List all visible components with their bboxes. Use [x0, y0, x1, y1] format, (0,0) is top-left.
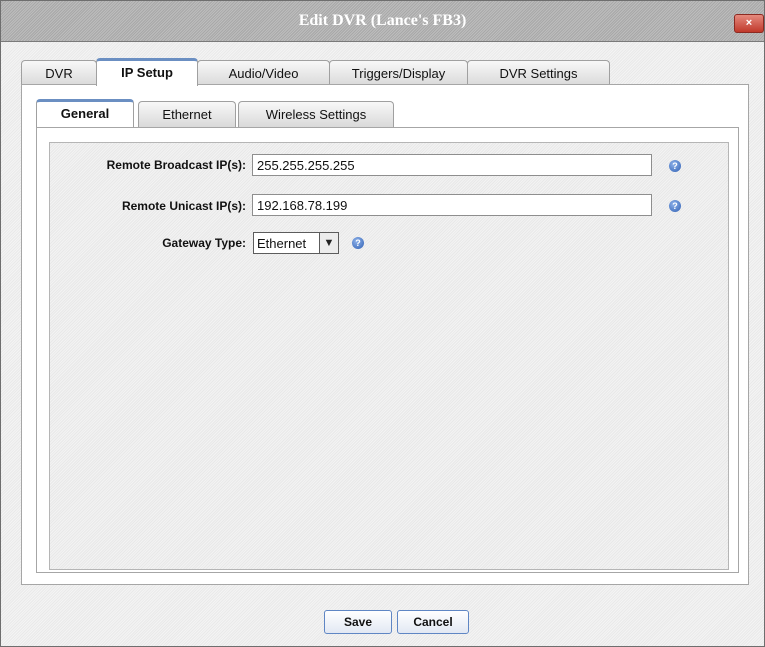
- tab-dvr-settings[interactable]: DVR Settings: [467, 60, 610, 86]
- subtab-ethernet[interactable]: Ethernet: [138, 101, 236, 127]
- dialog-title: Edit DVR (Lance's FB3): [298, 12, 467, 29]
- save-button[interactable]: Save: [324, 610, 392, 634]
- tab-ip-setup[interactable]: IP Setup: [96, 58, 198, 86]
- title-bar[interactable]: Edit DVR (Lance's FB3) ×: [1, 1, 764, 42]
- gateway-help-icon[interactable]: ?: [352, 237, 364, 249]
- close-icon[interactable]: ×: [734, 14, 764, 33]
- gateway-type-select[interactable]: Ethernet ▼: [253, 232, 339, 254]
- gateway-label: Gateway Type:: [162, 236, 246, 250]
- subtab-wireless-settings[interactable]: Wireless Settings: [238, 101, 394, 127]
- tab-dvr[interactable]: DVR: [21, 60, 97, 86]
- tab-triggers-display[interactable]: Triggers/Display: [329, 60, 468, 86]
- unicast-ip-input[interactable]: 192.168.78.199: [252, 194, 652, 216]
- unicast-help-icon[interactable]: ?: [669, 200, 681, 212]
- broadcast-help-icon[interactable]: ?: [669, 160, 681, 172]
- gateway-type-value: Ethernet: [257, 236, 307, 251]
- broadcast-label: Remote Broadcast IP(s):: [106, 158, 246, 172]
- unicast-label: Remote Unicast IP(s):: [121, 199, 246, 213]
- cancel-button[interactable]: Cancel: [397, 610, 469, 634]
- broadcast-ip-input[interactable]: 255.255.255.255: [252, 154, 652, 176]
- chevron-down-icon[interactable]: ▼: [319, 233, 338, 253]
- tab-audio-video[interactable]: Audio/Video: [197, 60, 330, 86]
- subtab-general[interactable]: General: [36, 99, 134, 127]
- edit-dvr-dialog: Edit DVR (Lance's FB3) × DVR IP Setup Au…: [0, 0, 765, 647]
